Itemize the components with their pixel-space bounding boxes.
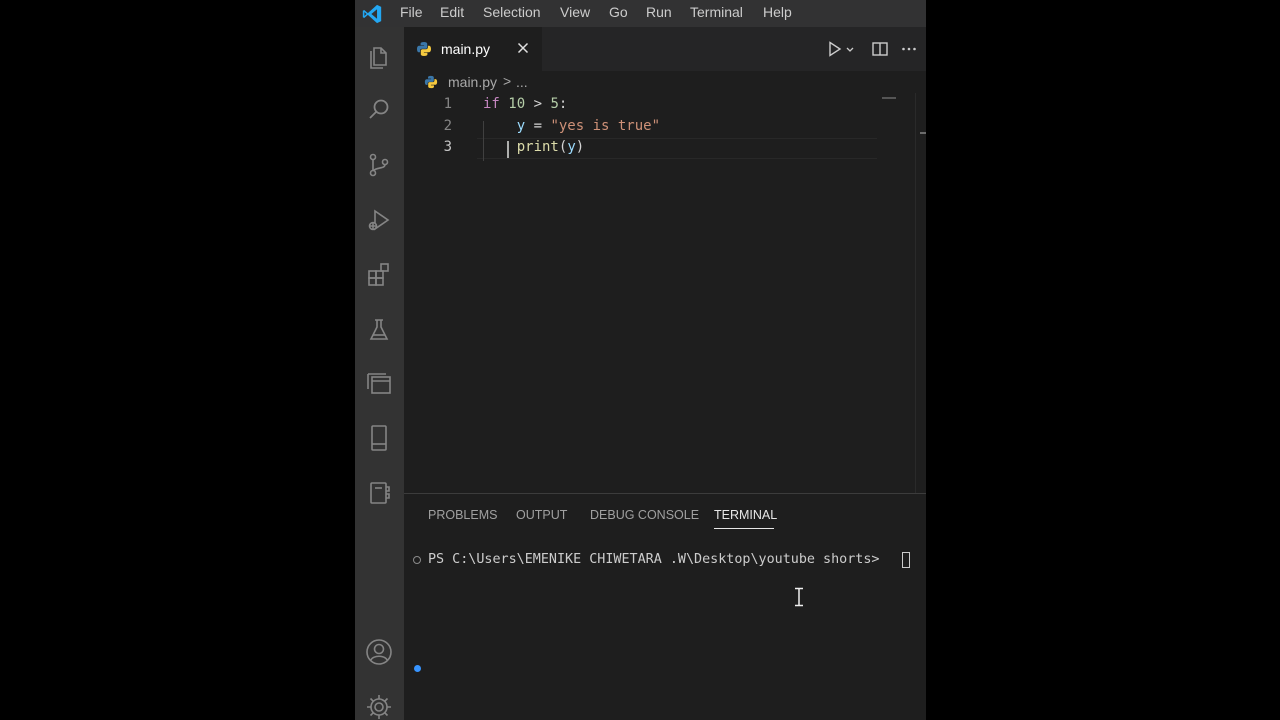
- code-token: y: [516, 118, 526, 134]
- more-actions-icon[interactable]: [900, 40, 918, 58]
- menu-file[interactable]: File: [400, 4, 423, 20]
- scrollbar-cursor-marker: [920, 132, 926, 134]
- code-token: 10: [508, 96, 526, 112]
- testing-icon[interactable]: [364, 315, 394, 345]
- breadcrumb: main.py > ...: [404, 71, 926, 93]
- remote-explorer-icon[interactable]: [364, 369, 394, 399]
- phone-icon[interactable]: [364, 423, 394, 453]
- terminal-cursor: [902, 552, 910, 568]
- text-ibeam-cursor-icon: [793, 587, 805, 607]
- command-decoration-icon[interactable]: [413, 556, 421, 564]
- text-cursor: [507, 141, 509, 158]
- line-code: print(y): [483, 139, 584, 155]
- bottom-panel: PROBLEMS OUTPUT DEBUG CONSOLE TERMINAL P…: [404, 493, 926, 720]
- tab-debug-console[interactable]: DEBUG CONSOLE: [590, 508, 699, 522]
- source-control-icon[interactable]: [364, 150, 394, 180]
- tab-problems[interactable]: PROBLEMS: [428, 508, 497, 522]
- minimap[interactable]: [882, 97, 896, 99]
- menu-selection[interactable]: Selection: [483, 4, 541, 20]
- code-token: "yes is true": [550, 118, 661, 134]
- activity-bar: [355, 27, 404, 720]
- code-token: if: [483, 96, 500, 112]
- tab-main-py[interactable]: main.py: [404, 27, 542, 71]
- code-token: :: [558, 96, 568, 112]
- code-token: 5: [550, 96, 559, 112]
- tab-output[interactable]: OUTPUT: [516, 508, 567, 522]
- manage-gear-icon[interactable]: [364, 692, 394, 720]
- breadcrumb-separator: >: [503, 73, 512, 89]
- extensions-icon[interactable]: [364, 260, 394, 290]
- line-number: 2: [443, 118, 452, 134]
- status-indicator-dot: [414, 665, 421, 672]
- menu-bar: File Edit Selection View Go Run Terminal…: [355, 0, 926, 27]
- line-number: 3: [443, 139, 452, 155]
- search-icon[interactable]: [364, 95, 394, 125]
- chevron-down-icon[interactable]: [844, 40, 856, 58]
- tab-terminal[interactable]: TERMINAL: [714, 508, 777, 522]
- close-icon[interactable]: [515, 40, 531, 56]
- menu-terminal[interactable]: Terminal: [690, 4, 743, 20]
- accounts-icon[interactable]: [364, 637, 394, 667]
- breadcrumb-file[interactable]: main.py: [448, 74, 497, 90]
- vscode-window: File Edit Selection View Go Run Terminal…: [355, 0, 926, 720]
- editor-area: main.py main.py > ... 1 if 10 > 5: 2 y =…: [404, 27, 926, 493]
- active-tab-underline: [714, 528, 774, 529]
- notebook-icon[interactable]: [364, 478, 394, 508]
- line-code: y = "yes is true": [483, 118, 660, 134]
- breadcrumb-more[interactable]: ...: [516, 74, 528, 90]
- python-icon: [416, 41, 432, 57]
- split-editor-icon[interactable]: [871, 40, 889, 58]
- code-token: >: [525, 96, 551, 112]
- tab-bar: main.py: [404, 27, 926, 71]
- code-token: =: [525, 118, 551, 134]
- code-token: print: [516, 139, 559, 155]
- run-python-file-icon[interactable]: [826, 40, 844, 58]
- menu-help[interactable]: Help: [763, 4, 792, 20]
- python-icon: [424, 74, 438, 89]
- code-token: ): [575, 139, 585, 155]
- explorer-icon[interactable]: [364, 41, 394, 71]
- editor-scrollbar[interactable]: [915, 93, 926, 493]
- menu-go[interactable]: Go: [609, 4, 628, 20]
- code-token: y: [567, 139, 576, 155]
- line-number: 1: [443, 96, 452, 112]
- run-debug-icon[interactable]: [364, 205, 394, 235]
- code-line-1[interactable]: 1 if 10 > 5:: [404, 95, 926, 116]
- menu-run[interactable]: Run: [646, 4, 672, 20]
- tab-label: main.py: [441, 41, 491, 57]
- vscode-logo-icon: [361, 3, 383, 25]
- terminal-prompt[interactable]: PS C:\Users\EMENIKE CHIWETARA .W\Desktop…: [428, 552, 888, 567]
- line-code: if 10 > 5:: [483, 96, 567, 112]
- code-line-2[interactable]: 2 y = "yes is true": [404, 117, 926, 138]
- menu-view[interactable]: View: [560, 4, 590, 20]
- code-line-3[interactable]: 3 print(y): [404, 138, 926, 159]
- menu-edit[interactable]: Edit: [440, 4, 464, 20]
